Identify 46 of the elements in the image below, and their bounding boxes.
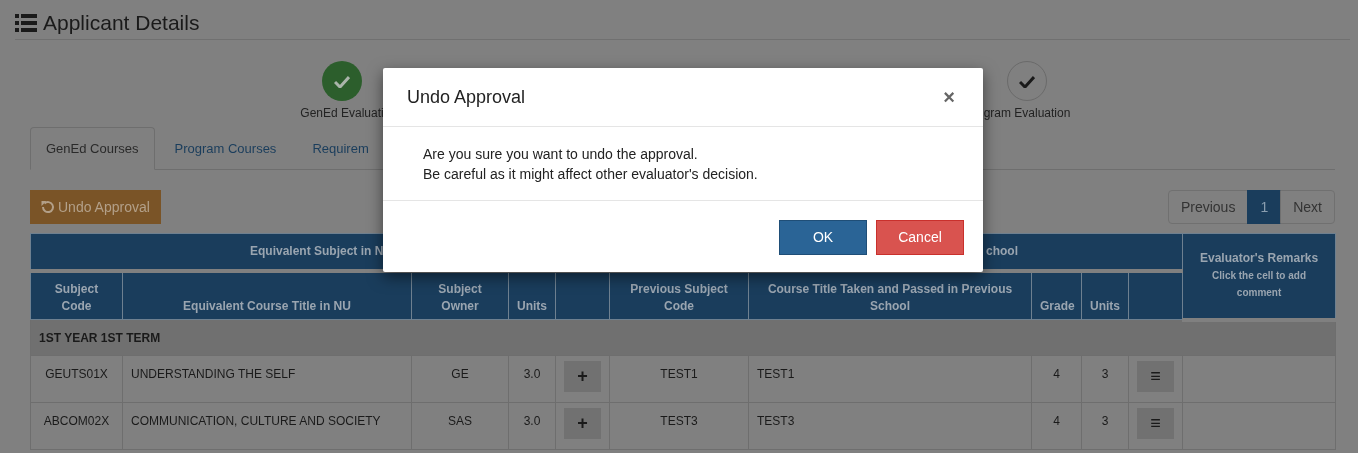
- section-title: 1ST YEAR 1ST TERM: [30, 319, 1336, 356]
- page-link[interactable]: 1: [1247, 190, 1282, 224]
- table-cell: GE: [411, 355, 509, 403]
- tab[interactable]: Program Courses: [158, 127, 293, 169]
- table-cell: 4: [1031, 402, 1082, 450]
- check-icon: [334, 74, 350, 88]
- undo-approval-button[interactable]: Undo Approval: [30, 190, 161, 224]
- table-cell: ABCOM02X: [30, 402, 123, 450]
- column-header: Previous Subject Code: [609, 270, 749, 320]
- table-cell: UNDERSTANDING THE SELF: [122, 355, 412, 403]
- column-header: Subject Code: [30, 270, 123, 320]
- table-cell: 4: [1031, 355, 1082, 403]
- table-cell: TEST3: [748, 402, 1032, 450]
- column-header: Evaluator's Remarks Click the cell to add comment: [1182, 233, 1336, 320]
- table-cell: TEST3: [609, 402, 749, 450]
- menu-button[interactable]: ≡: [1137, 408, 1175, 439]
- add-button[interactable]: +: [564, 361, 601, 392]
- menu-button[interactable]: ≡: [1137, 361, 1175, 392]
- table-cell: 3.0: [508, 355, 556, 403]
- add-button[interactable]: +: [564, 408, 601, 439]
- step-label: gram Evaluation: [983, 105, 1071, 122]
- ok-button[interactable]: OK: [779, 220, 867, 255]
- modal-message: Be careful as it might affect other evaluator's decision.: [423, 165, 759, 184]
- tab[interactable]: Requirem: [296, 127, 385, 169]
- modal-title: Undo Approval: [407, 85, 526, 109]
- check-icon: [1019, 74, 1035, 88]
- table-cell: 3: [1081, 355, 1129, 403]
- column-header: Course Title Taken and Passed in Previous School: [748, 270, 1032, 320]
- cancel-button[interactable]: Cancel: [876, 220, 964, 255]
- undo-icon: [41, 200, 55, 214]
- table-cell: GEUTS01X: [30, 355, 123, 403]
- table-cell: 3.0: [508, 402, 556, 450]
- table-cell: TEST1: [609, 355, 749, 403]
- modal-message: Are you sure you want to undo the approval.: [423, 145, 699, 164]
- column-header: Subject Owner: [411, 270, 509, 320]
- list-icon: [15, 13, 37, 32]
- table-cell: 3: [1081, 402, 1129, 450]
- step-label: GenEd Evaluati: [300, 105, 384, 122]
- page-title: Applicant Details: [43, 12, 200, 33]
- tab[interactable]: GenEd Courses: [30, 127, 155, 170]
- table-cell: COMMUNICATION, CULTURE AND SOCIETY: [122, 402, 412, 450]
- column-header: Equivalent Course Title in NU: [122, 270, 412, 320]
- close-button[interactable]: ×: [939, 87, 959, 107]
- table-cell: SAS: [411, 402, 509, 450]
- table-cell: TEST1: [748, 355, 1032, 403]
- page-link[interactable]: Next: [1280, 190, 1335, 224]
